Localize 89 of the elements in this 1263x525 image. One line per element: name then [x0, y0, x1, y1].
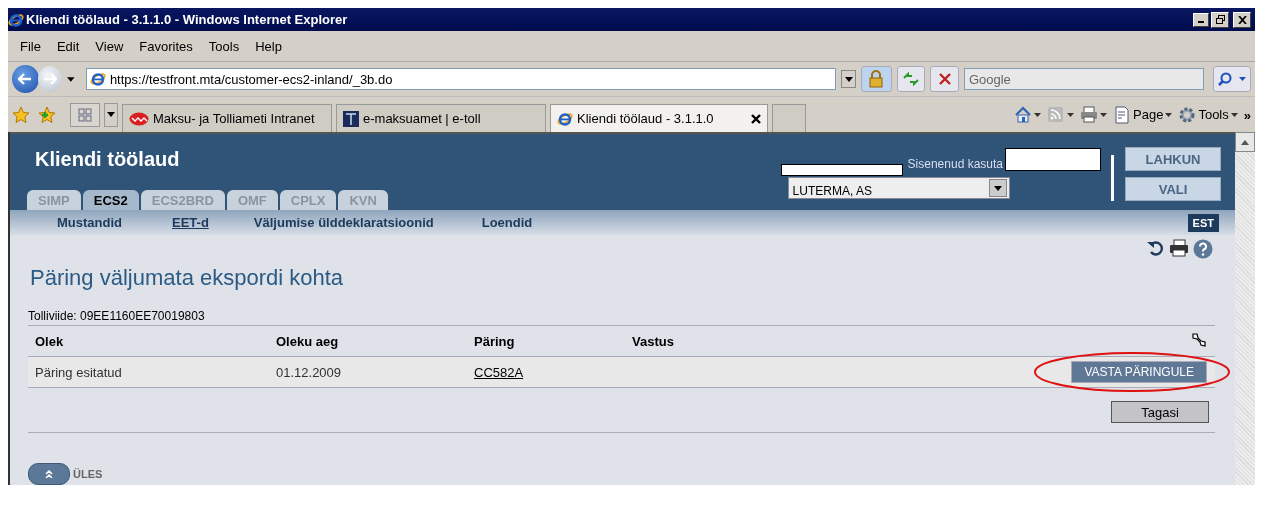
more-commands-button[interactable]: » — [1243, 107, 1251, 123]
site-logo-icon — [557, 110, 573, 127]
caret-icon — [1239, 77, 1247, 81]
table-cell: 01.12.2009 — [269, 356, 467, 388]
refresh-button[interactable] — [896, 66, 926, 92]
double-chevron-up-icon — [45, 470, 53, 478]
caret-icon — [1230, 112, 1238, 117]
logout-button[interactable]: LAHKUN — [1125, 147, 1221, 171]
close-tab-icon[interactable] — [751, 113, 761, 124]
page-icon — [89, 71, 106, 87]
address-field[interactable]: https://testfront.mta/customer-ecs2-inland/_3b.do — [85, 68, 836, 90]
print-button[interactable] — [1080, 105, 1108, 124]
padlock-icon — [869, 70, 884, 88]
query-link[interactable]: CC582A — [474, 364, 524, 380]
nav-link[interactable]: EET-d — [162, 215, 219, 230]
tools-menu[interactable]: Tools — [1178, 105, 1238, 124]
favorites-star-icon[interactable] — [12, 105, 30, 124]
site-logo-icon — [129, 111, 149, 126]
browser-tab[interactable]: Kliendi töölaud - 3.1.1.0 — [550, 104, 768, 132]
menu-item[interactable]: Edit — [48, 38, 88, 54]
browser-logo-icon — [8, 11, 24, 28]
stop-button[interactable] — [930, 66, 959, 92]
grid-icon — [78, 107, 92, 122]
caret-icon — [993, 185, 1002, 191]
column-header: Olek — [28, 325, 269, 357]
stop-icon — [938, 73, 951, 85]
refresh-icon — [903, 72, 919, 86]
language-button[interactable]: EST — [1187, 213, 1219, 232]
printer-icon[interactable] — [1169, 239, 1189, 257]
column-header: Oleku aeg — [269, 325, 467, 357]
caret-icon[interactable] — [67, 76, 75, 82]
column-header: Päring — [467, 325, 625, 357]
search-button[interactable] — [1212, 66, 1251, 92]
up-link[interactable]: ÜLES — [73, 468, 103, 480]
caret-icon — [1100, 112, 1108, 117]
nav-link[interactable]: Mustandid — [47, 215, 132, 230]
scroll-up-button[interactable] — [28, 463, 70, 485]
restore-button[interactable] — [1211, 11, 1229, 28]
nav-link[interactable]: Väljumise ülddeklaratsioonid — [243, 215, 444, 230]
close-icon — [1237, 15, 1247, 24]
caret-icon — [107, 112, 115, 117]
caret-icon — [1165, 112, 1173, 117]
close-button[interactable] — [1233, 11, 1251, 28]
gear-icon — [1178, 105, 1197, 124]
minimize-button[interactable] — [1193, 12, 1209, 27]
wrench-icon[interactable] — [1190, 330, 1208, 349]
site-logo-icon — [343, 110, 359, 127]
company-select[interactable]: LUTERMA, AS — [787, 177, 1010, 199]
back-button[interactable] — [12, 65, 39, 93]
feeds-button[interactable] — [1047, 105, 1075, 124]
customs-reference: Tolliviide: 09EE1160EE70019803 — [28, 309, 206, 323]
column-header: Vastus — [625, 325, 785, 357]
page-menu[interactable]: Page — [1113, 105, 1173, 124]
answer-query-button[interactable]: VASTA PÄRINGULE — [1071, 361, 1207, 383]
browser-tab[interactable]: e-maksuamet | e-toll — [336, 104, 546, 132]
caret-icon — [1067, 112, 1075, 117]
logged-in-label: Sisenenud kasuta — [907, 157, 1003, 171]
nav-link[interactable]: Loendid — [471, 215, 543, 230]
minimize-icon — [1198, 20, 1204, 23]
arrow-right-icon — [42, 73, 57, 85]
search-field[interactable]: Google — [963, 68, 1204, 90]
home-button[interactable] — [1014, 105, 1042, 124]
help-icon[interactable] — [1193, 239, 1213, 259]
page-icon — [1113, 105, 1132, 124]
address-dropdown-button[interactable] — [840, 70, 857, 88]
caret-icon — [1034, 112, 1042, 117]
menu-item[interactable]: Tools — [200, 38, 248, 54]
browser-tab[interactable]: Maksu- ja Tolliameti Intranet — [122, 104, 332, 132]
refresh-icon[interactable] — [1147, 239, 1165, 257]
search-icon — [1217, 72, 1232, 86]
caret-up-icon — [1241, 139, 1249, 145]
feeds-icon — [1047, 105, 1066, 124]
home-icon — [1014, 105, 1033, 124]
arrow-left-icon — [18, 73, 33, 85]
back-button[interactable]: Tagasi — [1111, 401, 1209, 423]
page-heading: Päring väljumata ekspordi kohta — [30, 265, 345, 291]
module-tab[interactable]: ECS2 — [82, 190, 139, 210]
app-title: Kliendi töölaud — [35, 148, 180, 171]
window-title: Kliendi töölaud - 3.1.1.0 - Windows Internet Explorer — [26, 12, 349, 27]
caret-icon — [844, 76, 853, 82]
tab-list-button[interactable] — [104, 102, 118, 127]
table-cell: Päring esitatud — [28, 356, 269, 388]
menu-item[interactable]: File — [12, 38, 49, 54]
menu-item[interactable]: Favorites — [131, 38, 201, 54]
restore-icon — [1215, 15, 1225, 24]
menu-item[interactable]: Help — [247, 38, 290, 54]
select-button[interactable]: VALI — [1125, 177, 1221, 201]
printer-icon — [1080, 105, 1099, 124]
menu-item[interactable]: View — [87, 38, 132, 54]
